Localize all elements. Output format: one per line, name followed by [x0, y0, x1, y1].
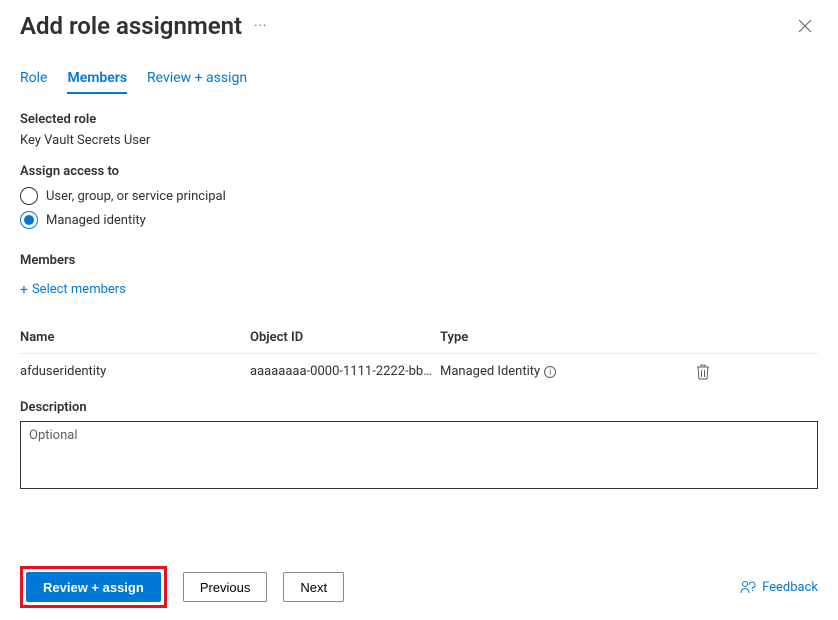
more-icon[interactable]: ···	[254, 19, 267, 34]
previous-button[interactable]: Previous	[183, 572, 268, 602]
tab-role[interactable]: Role	[20, 70, 47, 94]
feedback-link[interactable]: Feedback	[740, 579, 818, 595]
radio-icon	[20, 187, 38, 205]
tab-review-assign[interactable]: Review + assign	[147, 70, 247, 94]
select-members-text: Select members	[32, 282, 126, 297]
member-type: Managed Identity	[440, 364, 540, 379]
info-icon[interactable]: i	[544, 366, 556, 378]
radio-icon	[20, 211, 38, 229]
radio-label: User, group, or service principal	[46, 189, 226, 204]
tab-members[interactable]: Members	[67, 70, 127, 94]
description-input[interactable]	[20, 421, 818, 489]
select-members-link[interactable]: + Select members	[20, 282, 126, 297]
member-object-id: aaaaaaaa-0000-1111-2222-bb…	[250, 364, 440, 379]
members-table-header: Name Object ID Type	[20, 322, 818, 354]
members-label: Members	[20, 253, 818, 268]
feedback-text: Feedback	[762, 580, 818, 595]
radio-user-group-sp[interactable]: User, group, or service principal	[20, 187, 818, 205]
page-title: Add role assignment	[20, 12, 242, 40]
assign-access-label: Assign access to	[20, 164, 818, 179]
close-icon[interactable]	[792, 13, 818, 39]
col-type: Type	[440, 330, 660, 345]
member-name: afduseridentity	[20, 364, 250, 379]
plus-icon: +	[20, 283, 28, 297]
col-object-id: Object ID	[250, 330, 440, 345]
selected-role-label: Selected role	[20, 112, 818, 127]
table-row: afduseridentity aaaaaaaa-0000-1111-2222-…	[20, 354, 818, 392]
radio-managed-identity[interactable]: Managed identity	[20, 211, 818, 229]
radio-label: Managed identity	[46, 213, 146, 228]
person-icon	[740, 579, 756, 595]
highlight-frame: Review + assign	[20, 566, 167, 608]
col-name: Name	[20, 330, 250, 345]
review-assign-button[interactable]: Review + assign	[26, 572, 161, 602]
description-label: Description	[20, 400, 818, 415]
next-button[interactable]: Next	[283, 572, 344, 602]
delete-member-icon[interactable]	[696, 364, 720, 380]
selected-role-value: Key Vault Secrets User	[20, 133, 818, 148]
